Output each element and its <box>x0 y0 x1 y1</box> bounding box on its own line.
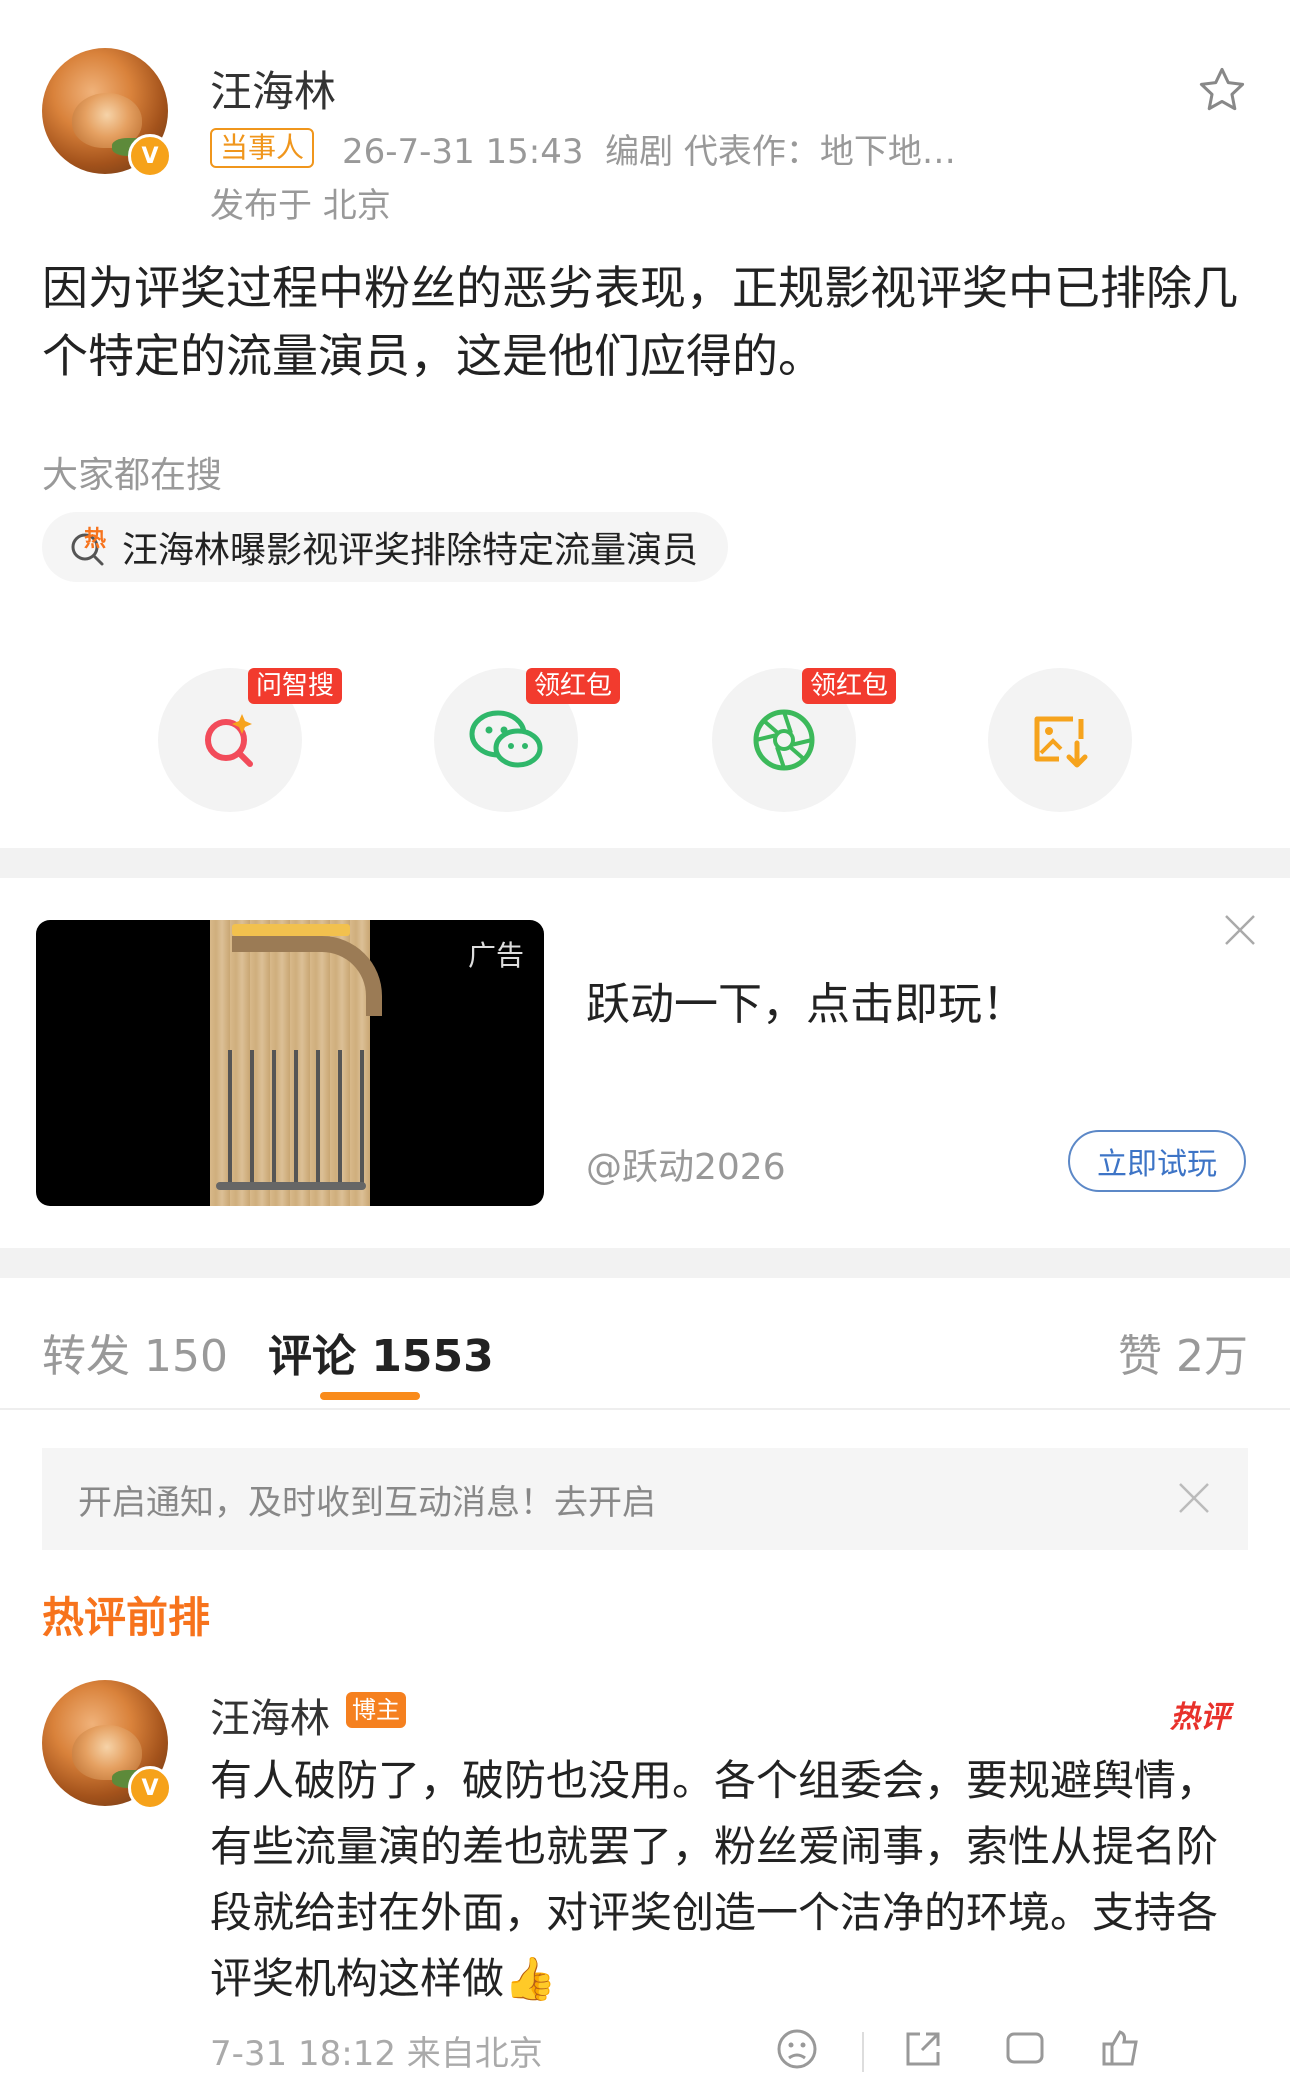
dislike-face-icon[interactable] <box>776 2028 818 2070</box>
close-ad-icon[interactable] <box>1222 912 1258 948</box>
verified-badge-icon: V <box>128 134 172 178</box>
section-separator <box>0 848 1290 878</box>
footer-separator <box>862 2032 864 2072</box>
tab-repost[interactable]: 转发 150 <box>42 1320 228 1384</box>
comment-text: 有人破防了，破防也没用。各个组委会，要规避舆情，有些流量演的差也就罢了，粉丝爱闹… <box>210 1756 1219 2003</box>
post-text: 因为评奖过程中粉丝的恶劣表现，正规影视评奖中已排除几个特定的流量演员，这是他们应… <box>42 261 1238 383</box>
hot-search-chip[interactable]: 热 汪海林曝影视评奖排除特定流量演员 <box>42 512 729 582</box>
moments-icon <box>753 709 815 771</box>
like-icon[interactable] <box>1100 2028 1142 2070</box>
try-now-button[interactable]: 立即试玩 <box>1068 1130 1246 1192</box>
section-separator <box>0 1248 1290 1278</box>
close-notice-icon[interactable] <box>1176 1480 1212 1516</box>
comment-icon[interactable] <box>1004 2028 1046 2070</box>
comment-verified-icon: V <box>128 1766 172 1810</box>
star-favorite-icon[interactable] <box>1196 64 1248 116</box>
comment-time: 7-31 18:12 来自北京 <box>210 2034 543 2074</box>
notification-text[interactable]: 开启通知，及时收到互动消息！去开启 <box>78 1475 656 1524</box>
post-meta: 26-7-31 15:43 编剧 代表作：地下地… <box>342 132 956 172</box>
wechat-redpacket-tag: 领红包 <box>526 668 621 704</box>
save-image-button[interactable] <box>988 668 1132 812</box>
notification-banner[interactable]: 开启通知，及时收到互动消息！去开启 <box>42 1448 1248 1550</box>
ad-thumbnail[interactable]: 广告 <box>36 920 544 1206</box>
ad-author[interactable]: @跃动2026 <box>586 1138 786 1190</box>
party-tag: 当事人 <box>210 128 315 168</box>
wechat-icon <box>469 710 543 768</box>
comment-author[interactable]: 汪海林 <box>210 1686 330 1744</box>
tab-active-indicator <box>320 1392 420 1400</box>
author-name[interactable]: 汪海林 <box>210 58 336 119</box>
ad-badge: 广告 <box>467 939 524 972</box>
share-icon[interactable] <box>902 2028 944 2070</box>
search-label: 大家都在搜 <box>42 455 223 496</box>
ad-title[interactable]: 跃动一下，点击即玩！ <box>586 968 1026 1032</box>
ask-search-tag: 问智搜 <box>248 668 343 704</box>
tab-likes[interactable]: 赞 2万 <box>1118 1320 1248 1384</box>
post-location: 发布于 北京 <box>210 186 391 226</box>
tab-comments[interactable]: 评论 1553 <box>268 1320 494 1384</box>
hot-comment-label: 热评 <box>1170 1700 1230 1735</box>
hot-comments-heading: 热评前排 <box>42 1593 211 1642</box>
tabs-divider <box>0 1408 1290 1410</box>
hot-search-icon: 热 <box>68 527 108 567</box>
ask-search-icon <box>205 714 253 767</box>
blogger-badge: 博主 <box>346 1692 406 1728</box>
moments-redpacket-tag: 领红包 <box>802 668 897 704</box>
hot-search-text: 汪海林曝影视评奖排除特定流量演员 <box>122 530 699 571</box>
save-image-icon <box>1034 716 1088 768</box>
